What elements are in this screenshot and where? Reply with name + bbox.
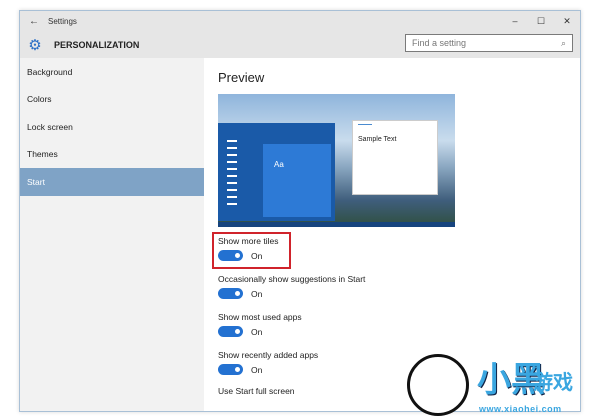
- toggle-state: On: [251, 364, 263, 375]
- start-menu-preview: Aa: [218, 123, 335, 221]
- toggle-switch[interactable]: [218, 326, 243, 337]
- option-suggestions: Occasionally show suggestions in Start O…: [218, 274, 580, 299]
- search-icon: ⌕: [560, 38, 566, 48]
- tile-text: Aa: [274, 160, 284, 169]
- panda-mascot: [407, 354, 469, 416]
- section-title: Preview: [218, 70, 265, 85]
- sample-window: Sample Text: [352, 120, 438, 195]
- watermark-url: www.xiaohei.com: [479, 404, 562, 414]
- option-most-used: Show most used apps On: [218, 312, 580, 337]
- sidebar-item-colors[interactable]: Colors: [20, 86, 204, 114]
- search-placeholder: Find a setting: [412, 38, 467, 48]
- highlight-box: [212, 232, 291, 269]
- sidebar-item-background[interactable]: Background: [20, 58, 204, 86]
- option-label: Show most used apps: [218, 312, 302, 322]
- sidebar-item-themes[interactable]: Themes: [20, 141, 204, 169]
- tiles-preview: Aa: [262, 143, 332, 218]
- toggle-state: On: [251, 326, 263, 337]
- option-label: Occasionally show suggestions in Start: [218, 274, 366, 284]
- title-bar: ← Settings – ☐ ✕: [20, 11, 580, 31]
- app-list-preview: [223, 140, 237, 210]
- gear-icon: ⚙: [28, 36, 42, 54]
- sample-text: Sample Text: [358, 136, 397, 143]
- sidebar: Background Colors Lock screen Themes Sta…: [20, 58, 204, 411]
- toggle-switch[interactable]: [218, 364, 243, 375]
- toggle-switch[interactable]: [218, 288, 243, 299]
- close-button[interactable]: ✕: [554, 16, 580, 27]
- toggle-state: On: [251, 288, 263, 299]
- header: ⚙ PERSONALIZATION Find a setting ⌕: [20, 31, 580, 58]
- window-title: Settings: [48, 16, 77, 26]
- watermark-logo: 小黑 游戏 www.xiaohei.com: [405, 352, 600, 419]
- start-preview: Aa Sample Text: [218, 94, 455, 227]
- sidebar-item-lock-screen[interactable]: Lock screen: [20, 113, 204, 141]
- sidebar-item-start[interactable]: Start: [20, 168, 204, 196]
- page-title: PERSONALIZATION: [54, 39, 140, 50]
- taskbar-preview: [218, 222, 455, 227]
- back-button[interactable]: ←: [20, 16, 48, 27]
- search-input[interactable]: Find a setting ⌕: [405, 34, 573, 52]
- maximize-button[interactable]: ☐: [528, 16, 554, 27]
- minimize-button[interactable]: –: [502, 16, 528, 26]
- watermark-text-2: 游戏: [533, 372, 573, 394]
